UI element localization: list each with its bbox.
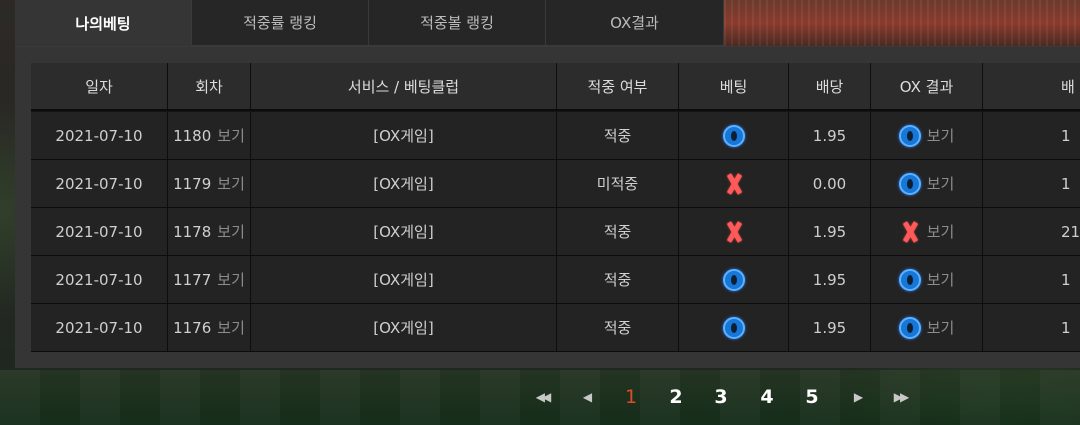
- header-payout: 배: [983, 63, 1080, 109]
- hit-status-cell: 적중: [557, 208, 679, 255]
- header-hit: 적중 여부: [557, 63, 679, 109]
- page-link-4[interactable]: 4: [755, 384, 779, 410]
- round-number: 1178: [173, 222, 212, 241]
- date-cell: 2021-07-10: [31, 208, 168, 255]
- tab-bar: 나의베팅 적중률 랭킹 적중볼 랭킹 OX결과: [15, 0, 724, 47]
- bet-cell: [679, 112, 789, 159]
- ox-result-cell: 보기: [871, 304, 983, 351]
- ox-result-view-link[interactable]: 보기: [927, 125, 955, 146]
- betting-panel: 일자 회차 서비스 / 베팅클럽 적중 여부 베팅 배당 OX 결과 배 202…: [15, 46, 1080, 368]
- payout-cell: 21: [983, 208, 1080, 255]
- ox-result-cell: 보기: [871, 160, 983, 207]
- service-cell: [OX게임]: [251, 112, 557, 159]
- odds-cell: 1.95: [789, 208, 871, 255]
- hit-status-cell: 적중: [557, 112, 679, 159]
- round-view-link[interactable]: 보기: [217, 269, 245, 290]
- header-odds: 배당: [789, 63, 871, 109]
- o-mark-icon: [722, 268, 745, 291]
- round-cell: 1176 보기: [168, 304, 251, 351]
- payout-cell: 1: [983, 256, 1080, 303]
- background-stadium-crowd: [724, 0, 1080, 46]
- betting-table: 일자 회차 서비스 / 베팅클럽 적중 여부 베팅 배당 OX 결과 배 202…: [31, 63, 1080, 352]
- tab-hit-ball-ranking[interactable]: 적중볼 랭킹: [369, 0, 546, 46]
- header-service: 서비스 / 베팅클럽: [251, 63, 557, 109]
- double-chevron-right-icon[interactable]: ▶▶: [888, 384, 912, 410]
- double-chevron-left-icon[interactable]: ◀◀: [530, 384, 554, 410]
- table-header-row: 일자 회차 서비스 / 베팅클럽 적중 여부 베팅 배당 OX 결과 배: [31, 63, 1080, 111]
- chevron-right-icon[interactable]: ▶: [845, 384, 869, 410]
- odds-cell: 1.95: [789, 112, 871, 159]
- o-mark-icon: [722, 124, 745, 147]
- round-number: 1177: [173, 270, 212, 289]
- tab-hit-rate-ranking[interactable]: 적중률 랭킹: [192, 0, 369, 46]
- hit-status-cell: 미적중: [557, 160, 679, 207]
- chevron-left-icon[interactable]: ◀: [574, 384, 598, 410]
- payout-cell: 1: [983, 304, 1080, 351]
- o-mark-icon: [898, 124, 921, 147]
- ox-result-view-link[interactable]: 보기: [927, 221, 955, 242]
- tab-my-betting[interactable]: 나의베팅: [15, 0, 192, 47]
- x-mark-icon: [723, 173, 745, 195]
- ox-result-cell: 보기: [871, 208, 983, 255]
- service-cell: [OX게임]: [251, 304, 557, 351]
- hit-status-cell: 적중: [557, 304, 679, 351]
- o-mark-icon: [898, 316, 921, 339]
- odds-cell: 1.95: [789, 304, 871, 351]
- page-link-5[interactable]: 5: [800, 384, 824, 410]
- page-link-2[interactable]: 2: [664, 384, 688, 410]
- round-cell: 1177 보기: [168, 256, 251, 303]
- bet-cell: [679, 208, 789, 255]
- odds-cell: 1.95: [789, 256, 871, 303]
- o-mark-icon: [722, 316, 745, 339]
- round-cell: 1180 보기: [168, 112, 251, 159]
- round-number: 1176: [173, 318, 212, 337]
- x-mark-icon: [899, 221, 921, 243]
- header-ox-result: OX 결과: [871, 63, 983, 109]
- o-mark-icon: [898, 268, 921, 291]
- x-mark-icon: [723, 221, 745, 243]
- date-cell: 2021-07-10: [31, 160, 168, 207]
- o-mark-icon: [898, 172, 921, 195]
- ox-result-cell: 보기: [871, 112, 983, 159]
- payout-cell: 1: [983, 160, 1080, 207]
- round-view-link[interactable]: 보기: [217, 221, 245, 242]
- header-bet: 베팅: [679, 63, 789, 109]
- date-cell: 2021-07-10: [31, 256, 168, 303]
- table-row: 2021-07-10 1176 보기 [OX게임] 적중 1.95 보기 1: [31, 304, 1080, 352]
- table-row: 2021-07-10 1177 보기 [OX게임] 적중 1.95 보기 1: [31, 256, 1080, 304]
- ox-result-cell: 보기: [871, 256, 983, 303]
- page-link-3[interactable]: 3: [709, 384, 733, 410]
- table-row: 2021-07-10 1179 보기 [OX게임] 미적중 0.00 보기 1: [31, 160, 1080, 208]
- tab-ox-results[interactable]: OX결과: [546, 0, 724, 46]
- service-cell: [OX게임]: [251, 160, 557, 207]
- bet-cell: [679, 256, 789, 303]
- round-number: 1179: [173, 174, 212, 193]
- service-cell: [OX게임]: [251, 256, 557, 303]
- round-view-link[interactable]: 보기: [217, 173, 245, 194]
- bet-cell: [679, 304, 789, 351]
- hit-status-cell: 적중: [557, 256, 679, 303]
- date-cell: 2021-07-10: [31, 112, 168, 159]
- header-round: 회차: [168, 63, 251, 109]
- round-view-link[interactable]: 보기: [217, 317, 245, 338]
- page-link-1[interactable]: 1: [619, 384, 643, 410]
- date-cell: 2021-07-10: [31, 304, 168, 351]
- payout-cell: 1: [983, 112, 1080, 159]
- service-cell: [OX게임]: [251, 208, 557, 255]
- ox-result-view-link[interactable]: 보기: [927, 173, 955, 194]
- ox-result-view-link[interactable]: 보기: [927, 269, 955, 290]
- round-cell: 1179 보기: [168, 160, 251, 207]
- round-number: 1180: [173, 126, 212, 145]
- odds-cell: 0.00: [789, 160, 871, 207]
- header-date: 일자: [31, 63, 168, 109]
- round-cell: 1178 보기: [168, 208, 251, 255]
- table-row: 2021-07-10 1178 보기 [OX게임] 적중 1.95 보기 21: [31, 208, 1080, 256]
- bet-cell: [679, 160, 789, 207]
- table-row: 2021-07-10 1180 보기 [OX게임] 적중 1.95 보기 1: [31, 112, 1080, 160]
- round-view-link[interactable]: 보기: [217, 125, 245, 146]
- ox-result-view-link[interactable]: 보기: [927, 317, 955, 338]
